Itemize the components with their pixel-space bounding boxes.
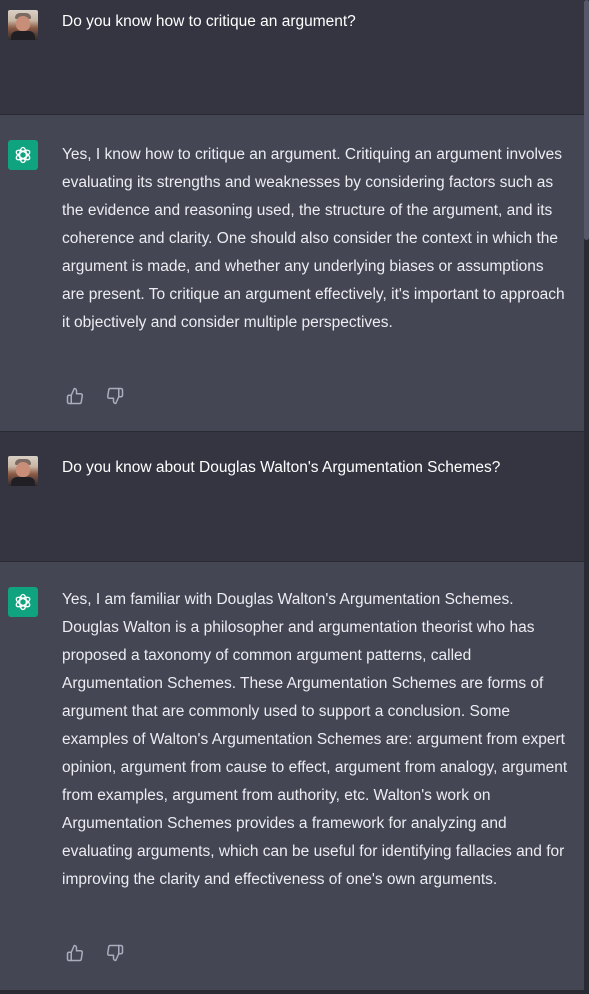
message-text: Do you know about Douglas Walton's Argum… [62, 459, 501, 476]
thumbs-down-icon[interactable] [106, 387, 124, 405]
message-text: Yes, I know how to critique an argument.… [62, 146, 565, 331]
message-text: Do you know how to critique an argument? [62, 13, 356, 30]
assistant-message: Yes, I am familiar with Douglas Walton's… [0, 561, 584, 991]
thumbs-down-icon[interactable] [106, 944, 124, 962]
user-message: Do you know how to critique an argument? [0, 0, 584, 114]
openai-logo-icon [8, 140, 38, 170]
thumbs-up-icon[interactable] [66, 387, 84, 405]
thumbs-up-icon[interactable] [66, 944, 84, 962]
scrollbar-thumb[interactable] [584, 0, 589, 240]
user-avatar [8, 456, 38, 486]
user-message: Do you know about Douglas Walton's Argum… [0, 432, 584, 561]
openai-logo-icon [8, 587, 38, 617]
message-text: Yes, I am familiar with Douglas Walton's… [62, 591, 568, 888]
scrollbar[interactable] [584, 0, 589, 994]
assistant-message: Yes, I know how to critique an argument.… [0, 114, 584, 432]
user-avatar [8, 10, 38, 40]
